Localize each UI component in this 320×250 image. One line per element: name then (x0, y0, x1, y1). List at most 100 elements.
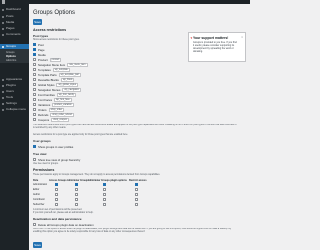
checkbox[interactable] (103, 193, 106, 196)
column-header: Administer Groups plugin options (88, 179, 127, 182)
heart-icon: ♥ (190, 36, 193, 40)
sidebar-item-dashboard[interactable]: Dashboard (0, 7, 29, 12)
checkbox[interactable] (33, 68, 36, 71)
dashboard-icon (2, 8, 4, 11)
permissions-heading: Permissions (33, 168, 55, 172)
checkbox[interactable] (33, 83, 36, 86)
sidebar-item-tools[interactable]: Tools (0, 95, 29, 100)
checkbox[interactable] (33, 118, 36, 121)
permissions-note-1: A minimum set of permissions will be pre… (33, 209, 83, 211)
checkbox[interactable] (33, 103, 36, 106)
role-cell: Editor (33, 188, 40, 191)
checkbox[interactable] (103, 198, 106, 201)
checkbox[interactable] (33, 88, 36, 91)
checkbox[interactable] (33, 98, 36, 101)
save-button-top[interactable]: Save (33, 19, 42, 25)
checkbox[interactable] (135, 188, 138, 191)
checkbox[interactable] (33, 223, 36, 226)
checkbox[interactable] (135, 183, 138, 186)
checkbox[interactable] (103, 203, 106, 206)
post-types-note-2: Access restrictions for a post type are … (33, 134, 128, 136)
settings-icon (2, 102, 4, 105)
main-content: Groups Options Save ♥ Your support matte… (33, 4, 247, 250)
role-cell: Subscriber (33, 203, 45, 206)
tree-view-description: Use tree view for groups. (33, 163, 59, 165)
support-notice: ♥ Your support matters! × Groups is prov… (188, 32, 246, 62)
close-icon[interactable]: × (241, 35, 243, 39)
user-groups-heading: User groups (33, 139, 51, 143)
checkbox[interactable] (33, 48, 36, 51)
checkbox[interactable] (33, 43, 36, 46)
checkbox[interactable] (75, 183, 78, 186)
sidebar-item-appearance[interactable]: Appearance (0, 77, 29, 82)
delete-data-option[interactable]: Delete all Groups plugin data on deactiv… (33, 222, 94, 227)
sidebar-item-media[interactable]: Media (0, 20, 29, 25)
sidebar-item-plugins[interactable]: Plugins (0, 83, 29, 88)
tree-view-heading: Tree view (33, 152, 47, 156)
role-cell: Administrator (33, 183, 48, 186)
support-text: Groups is provided to you free. If you f… (193, 41, 237, 53)
checkbox[interactable] (75, 188, 78, 191)
permissions-table: Role Access Groups Administer Groups Adm… (33, 179, 163, 211)
column-header: Access Groups (49, 179, 67, 182)
role-cell: Contributor (33, 198, 45, 201)
deactivation-description: CAUTION: If this option is active while … (33, 228, 232, 233)
checkbox[interactable] (33, 78, 36, 81)
pin-icon (2, 15, 4, 18)
checkbox[interactable] (103, 188, 106, 191)
plugin-icon (2, 84, 4, 87)
sidebar-item-comments[interactable]: Comments (0, 32, 29, 37)
checkbox[interactable] (55, 188, 58, 191)
deactivation-heading: Deactivation and data persistence (33, 217, 82, 221)
page-title: Groups Options (33, 10, 76, 16)
groups-submenu: Groups Options Add-Ons (0, 49, 29, 63)
checkbox[interactable] (33, 93, 36, 96)
post-types-description: Show access restrictions for these post … (33, 39, 80, 41)
access-restrictions-heading: Access restrictions (33, 28, 67, 32)
checkbox[interactable] (33, 58, 36, 61)
sidebar-item-posts[interactable]: Posts (0, 14, 29, 19)
checkbox[interactable] (75, 193, 78, 196)
checkbox[interactable] (135, 193, 138, 196)
checkbox[interactable] (33, 158, 36, 161)
checkbox[interactable] (135, 203, 138, 206)
wrench-icon (2, 96, 4, 99)
post-type-row[interactable]: Coupons shop_coupon (33, 117, 69, 122)
sidebar-item-users[interactable]: Users (0, 89, 29, 94)
checkbox[interactable] (33, 145, 36, 148)
post-types-note: This selection determines which post typ… (33, 124, 237, 129)
checkbox[interactable] (55, 198, 58, 201)
checkbox[interactable] (33, 53, 36, 56)
column-header: Role (33, 179, 39, 182)
checkbox[interactable] (55, 183, 58, 186)
user-groups-option[interactable]: Show groups in user profiles (33, 144, 73, 149)
checkbox[interactable] (135, 198, 138, 201)
post-types-heading: Post types (33, 34, 49, 38)
admin-sidebar: Dashboard Posts Media Pages Comments Gro… (0, 4, 29, 250)
sidebar-item-settings[interactable]: Settings (0, 101, 29, 106)
checkbox[interactable] (75, 203, 78, 206)
tree-view-option[interactable]: Show tree view of group hierarchy (33, 157, 80, 162)
media-icon (2, 21, 4, 24)
checkbox[interactable] (33, 113, 36, 116)
sidebar-item-pages[interactable]: Pages (0, 26, 29, 31)
submenu-item-add-ons[interactable]: Add-Ons (0, 58, 29, 62)
permissions-note-2: If you lock yourself out, please ask an … (33, 212, 94, 214)
groups-icon (2, 45, 4, 48)
brush-icon (2, 78, 4, 81)
checkbox[interactable] (103, 183, 106, 186)
checkbox[interactable] (75, 198, 78, 201)
page-icon (2, 27, 4, 30)
sidebar-item-collapse[interactable]: Collapse menu (0, 107, 29, 112)
collapse-icon (2, 108, 4, 111)
role-cell: Author (33, 193, 41, 196)
save-button-bottom[interactable]: Save (33, 242, 42, 248)
checkbox[interactable] (55, 193, 58, 196)
checkbox[interactable] (33, 73, 36, 76)
column-header: Restrict access (129, 179, 147, 182)
checkbox[interactable] (33, 63, 36, 66)
checkbox[interactable] (33, 108, 36, 111)
permissions-description: These permissions apply to Groups manage… (33, 174, 161, 176)
comment-icon (2, 33, 4, 36)
checkbox[interactable] (55, 203, 58, 206)
